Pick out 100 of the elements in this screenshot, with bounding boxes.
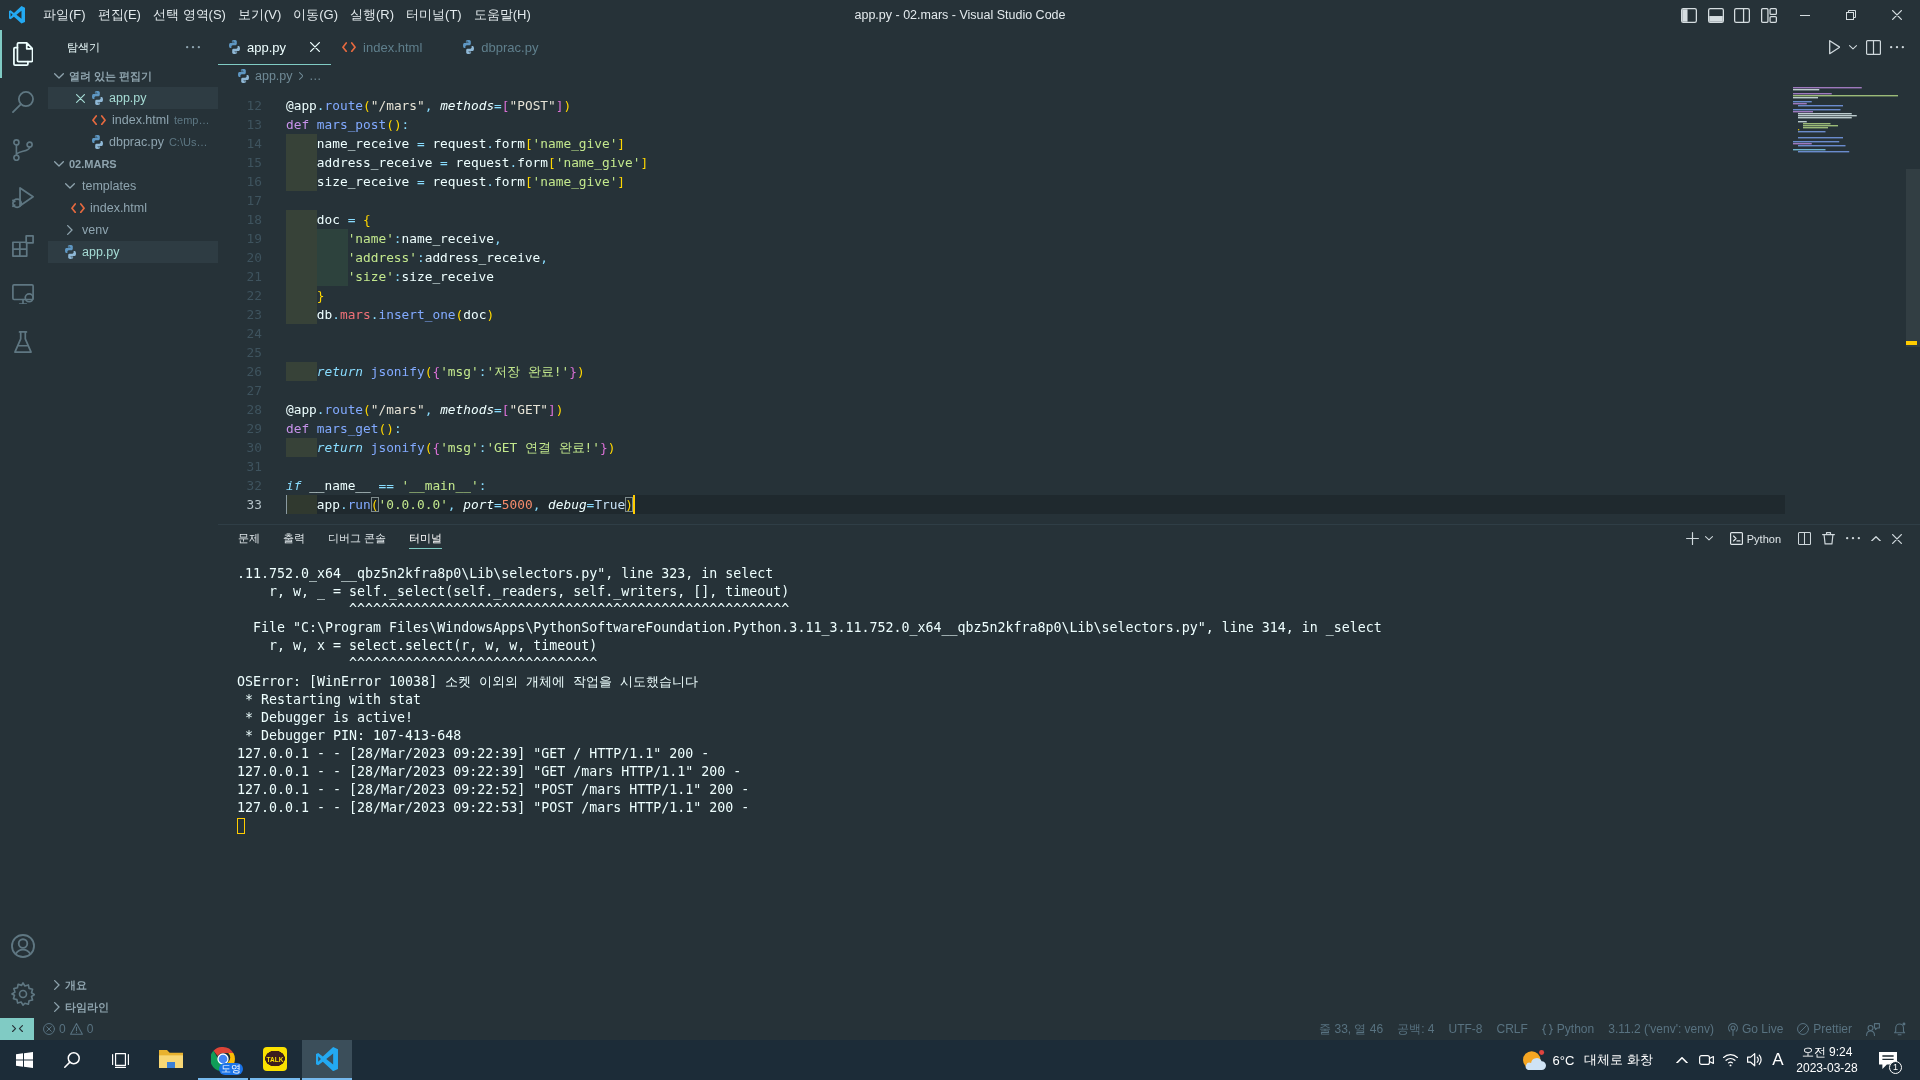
- taskbar-app-button[interactable]: 도영: [198, 1040, 248, 1080]
- notification-icon[interactable]: [1879, 1051, 1897, 1069]
- more-icon[interactable]: [186, 46, 200, 49]
- tree-item[interactable]: templates: [48, 175, 218, 197]
- chevron-down-icon[interactable]: [1849, 45, 1857, 50]
- terminal-selector[interactable]: Python: [1729, 532, 1781, 545]
- breadcrumb-item[interactable]: …: [309, 69, 322, 83]
- menu-item[interactable]: 보기(V): [231, 4, 288, 26]
- line-number: 33: [245, 496, 262, 514]
- section-header[interactable]: 개요: [48, 974, 218, 996]
- scrollbar-thumb[interactable]: [1906, 169, 1920, 347]
- code-line: return jsonify({'msg':'저장 완료!'}): [316, 363, 585, 381]
- python-file-icon: [238, 69, 249, 83]
- panel-tab[interactable]: 출력: [283, 528, 305, 549]
- folder-icon: [159, 1049, 183, 1069]
- terminal-line: ^^^^^^^^^^^^^^^^^^^^^^^^^^^^^^^: [348, 655, 599, 673]
- toggle-secondary-sidebar-icon[interactable]: [1734, 7, 1751, 23]
- input-indicator[interactable]: A: [1772, 1050, 1784, 1070]
- layout-grid-icon[interactable]: [1760, 7, 1777, 23]
- weather-widget[interactable]: 6°C 대체로 화창: [1522, 1050, 1653, 1070]
- python-file-icon: [92, 91, 103, 105]
- code-line: @app.route("/mars", methods=["GET"]): [286, 401, 564, 419]
- active-indicator: [0, 30, 2, 78]
- python-file-icon: [463, 40, 475, 54]
- code-brackets-icon: [92, 114, 106, 126]
- panel-tab[interactable]: 문제: [238, 528, 260, 549]
- toggle-panel-icon[interactable]: [1707, 7, 1724, 23]
- close-icon[interactable]: [76, 93, 85, 103]
- menu-item[interactable]: 편집(E): [91, 4, 147, 26]
- braces-icon: [1541, 1023, 1553, 1035]
- menu-item[interactable]: 터미널(T): [400, 4, 468, 26]
- close-icon[interactable]: [1892, 533, 1902, 544]
- branch-icon[interactable]: [13, 138, 33, 162]
- broadcast-icon: [1727, 1022, 1738, 1036]
- wifi-icon[interactable]: [1722, 1053, 1738, 1067]
- more-icon[interactable]: [1846, 537, 1860, 540]
- monitor-icon[interactable]: [12, 283, 34, 305]
- tree-item[interactable]: venv: [48, 219, 218, 241]
- terminal-cursor: [237, 818, 245, 834]
- bell-icon[interactable]: [1894, 1022, 1906, 1036]
- speaker-icon[interactable]: [1746, 1053, 1762, 1067]
- code-brackets-icon: [71, 202, 85, 214]
- editor-tab[interactable]: app.py: [218, 30, 332, 65]
- code-line: def mars_post():: [286, 116, 410, 134]
- start-windows-icon[interactable]: [15, 1052, 33, 1068]
- section-header[interactable]: 02.MARS: [48, 153, 218, 175]
- run-icon[interactable]: [1828, 40, 1840, 55]
- section-header[interactable]: 열려 있는 편집기: [48, 65, 218, 87]
- more-icon[interactable]: [1890, 46, 1904, 49]
- minimize-icon[interactable]: [1800, 14, 1810, 16]
- editor-logo-icon: [316, 1046, 338, 1072]
- trash-icon[interactable]: [1822, 532, 1835, 545]
- menu-item[interactable]: 선택 영역(S): [146, 4, 232, 26]
- python-file-icon: [64, 245, 76, 259]
- flask-icon[interactable]: [14, 331, 32, 353]
- plus-icon[interactable]: [1685, 532, 1699, 545]
- ruler-mark-icon: [1906, 341, 1917, 345]
- camera-icon[interactable]: [1698, 1055, 1714, 1065]
- editor-tab[interactable]: index.html: [331, 30, 453, 65]
- menu-item[interactable]: 파일(F): [37, 4, 92, 26]
- terminal-line: r, w, _ = self._select(self._readers, self._writers, [], timeout): [268, 583, 791, 601]
- blocks-icon[interactable]: [12, 235, 34, 257]
- terminal-line: File "C:\Program Files\WindowsApps\PythonSoftwareFoundation.Python.3.11_3.11.752.0_x64__qbz5n2kfra8p0\Lib\selectors.py", line 314, in _select: [252, 619, 1383, 637]
- warning-icon: [69, 1023, 83, 1035]
- code-line: size_receive = request.form['name_give']: [316, 173, 626, 191]
- panel-tab[interactable]: 디버그 콘솔: [328, 528, 387, 549]
- sidebar-title: 탐색기: [67, 40, 100, 55]
- clock[interactable]: 오전 9:24 2023-03-28: [1790, 1044, 1864, 1076]
- terminal-icon: [1729, 532, 1743, 545]
- open-editor-item[interactable]: index.html temp…: [48, 109, 218, 131]
- menu-item[interactable]: 도움말(H): [467, 4, 537, 26]
- panel-tab[interactable]: 터미널: [409, 528, 443, 549]
- open-editor-item[interactable]: app.py: [48, 87, 218, 109]
- split-terminal-icon[interactable]: [1798, 532, 1811, 545]
- close-icon[interactable]: [1892, 10, 1902, 20]
- restore-icon[interactable]: [1846, 10, 1856, 20]
- menu-item[interactable]: 실행(R): [344, 4, 401, 26]
- menu-item[interactable]: 이동(G): [287, 4, 345, 26]
- chevron-up-icon[interactable]: [1871, 535, 1881, 542]
- toggle-sidebar-icon[interactable]: [1681, 7, 1698, 23]
- feedback-icon[interactable]: [1866, 1022, 1880, 1036]
- chevron-down-icon[interactable]: [1704, 536, 1713, 541]
- task-view-icon[interactable]: [111, 1052, 129, 1068]
- editor-tab[interactable]: dbprac.py: [452, 30, 569, 65]
- tree-item[interactable]: app.py: [48, 241, 218, 263]
- terminal-line: * Restarting with stat: [244, 691, 423, 709]
- split-editor-icon[interactable]: [1866, 40, 1881, 55]
- settings-icon[interactable]: [11, 982, 35, 1006]
- text-cursor: [632, 495, 635, 514]
- open-editor-item[interactable]: dbprac.py C:\Us…: [48, 131, 218, 153]
- search-icon[interactable]: [64, 1052, 80, 1068]
- code-line: doc = {: [316, 211, 371, 229]
- tree-item[interactable]: index.html: [48, 197, 218, 219]
- chevron-right-icon: [298, 72, 304, 80]
- account-icon[interactable]: [11, 934, 35, 958]
- terminal-line: * Debugger is active!: [244, 709, 415, 727]
- section-header[interactable]: 타임라인: [48, 996, 218, 1018]
- files-icon[interactable]: [12, 42, 34, 66]
- run-debug-icon[interactable]: [12, 187, 34, 209]
- breadcrumb-item[interactable]: app.py: [238, 69, 293, 83]
